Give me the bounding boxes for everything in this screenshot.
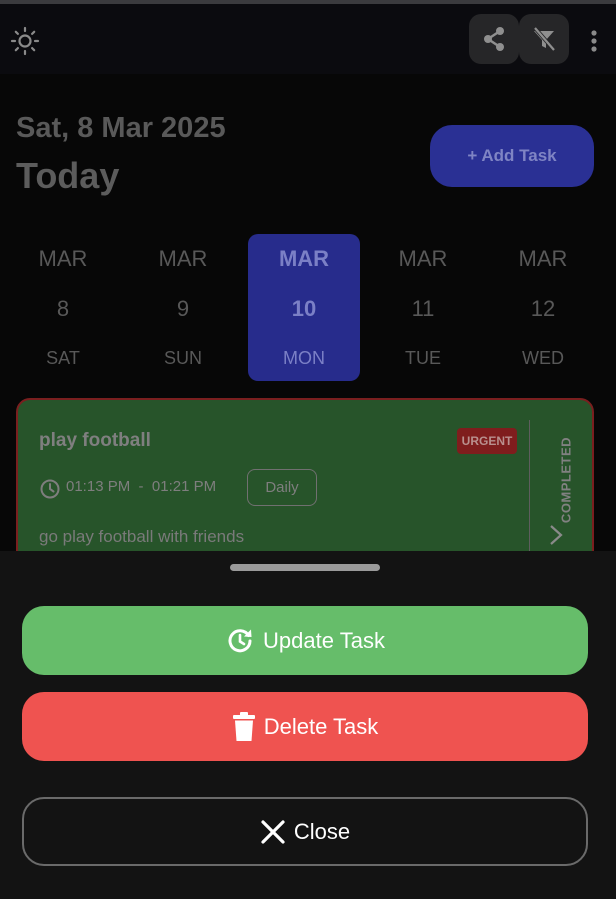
task-description: go play football with friends — [39, 527, 245, 546]
day-month: MAR — [398, 246, 448, 271]
task-time: 01:13 PM - 01:21 PM — [66, 478, 217, 495]
bottom-sheet: Update Task Delete Task Close — [0, 551, 616, 899]
close-icon — [261, 819, 285, 844]
update-icon — [228, 628, 252, 652]
repeat-chip: Daily — [247, 469, 317, 506]
day-number: 11 — [411, 296, 435, 321]
calendar-day[interactable]: MAR 9 SUN — [127, 234, 239, 381]
day-number: 12 — [530, 296, 556, 321]
app-bar — [0, 4, 616, 74]
calendar-day-selected[interactable]: MAR 10 MON — [248, 234, 360, 381]
more-vertical-icon[interactable] — [584, 26, 604, 56]
chevron-right-icon — [550, 525, 563, 545]
card-divider — [529, 420, 530, 560]
day-number: 8 — [56, 296, 70, 321]
drag-handle[interactable] — [230, 564, 380, 571]
calendar-day[interactable]: MAR 12 WED — [487, 234, 599, 381]
share-button[interactable] — [469, 14, 519, 64]
page-title: Today — [16, 155, 120, 196]
priority-badge: URGENT — [457, 428, 517, 454]
trash-icon — [232, 711, 255, 741]
calendar-day[interactable]: MAR 8 SAT — [7, 234, 119, 381]
calendar-day[interactable]: MAR 11 TUE — [367, 234, 479, 381]
day-weekday: SUN — [163, 348, 202, 368]
day-number: 10 — [291, 296, 317, 321]
day-month: MAR — [38, 246, 88, 271]
update-task-label: Update Task — [263, 627, 385, 653]
add-task-button[interactable]: + Add Task — [430, 125, 594, 187]
day-weekday: TUE — [405, 348, 441, 368]
day-weekday: MON — [283, 348, 325, 368]
current-date: Sat, 8 Mar 2025 — [16, 112, 226, 144]
share-icon — [484, 27, 504, 51]
day-month: MAR — [278, 246, 330, 271]
filter-button[interactable] — [519, 14, 569, 64]
status-label: COMPLETED — [558, 436, 574, 524]
task-card[interactable]: play football URGENT 01:13 PM - 01:21 PM… — [16, 398, 594, 568]
day-number: 9 — [176, 296, 190, 321]
day-weekday: SAT — [46, 348, 80, 368]
close-label: Close — [293, 818, 351, 844]
clock-icon — [40, 479, 60, 499]
day-month: MAR — [518, 246, 568, 271]
update-task-button[interactable]: Update Task — [22, 606, 588, 675]
start-time: 01:13 PM — [66, 478, 131, 495]
sun-icon[interactable] — [10, 26, 40, 56]
end-time: 01:21 PM — [151, 478, 217, 495]
delete-task-button[interactable]: Delete Task — [22, 692, 588, 761]
close-button[interactable]: Close — [22, 797, 588, 866]
day-weekday: WED — [522, 348, 564, 368]
filter-off-icon — [533, 26, 556, 52]
day-month: MAR — [158, 246, 208, 271]
delete-task-label: Delete Task — [263, 713, 379, 739]
task-title: play football — [39, 430, 151, 451]
